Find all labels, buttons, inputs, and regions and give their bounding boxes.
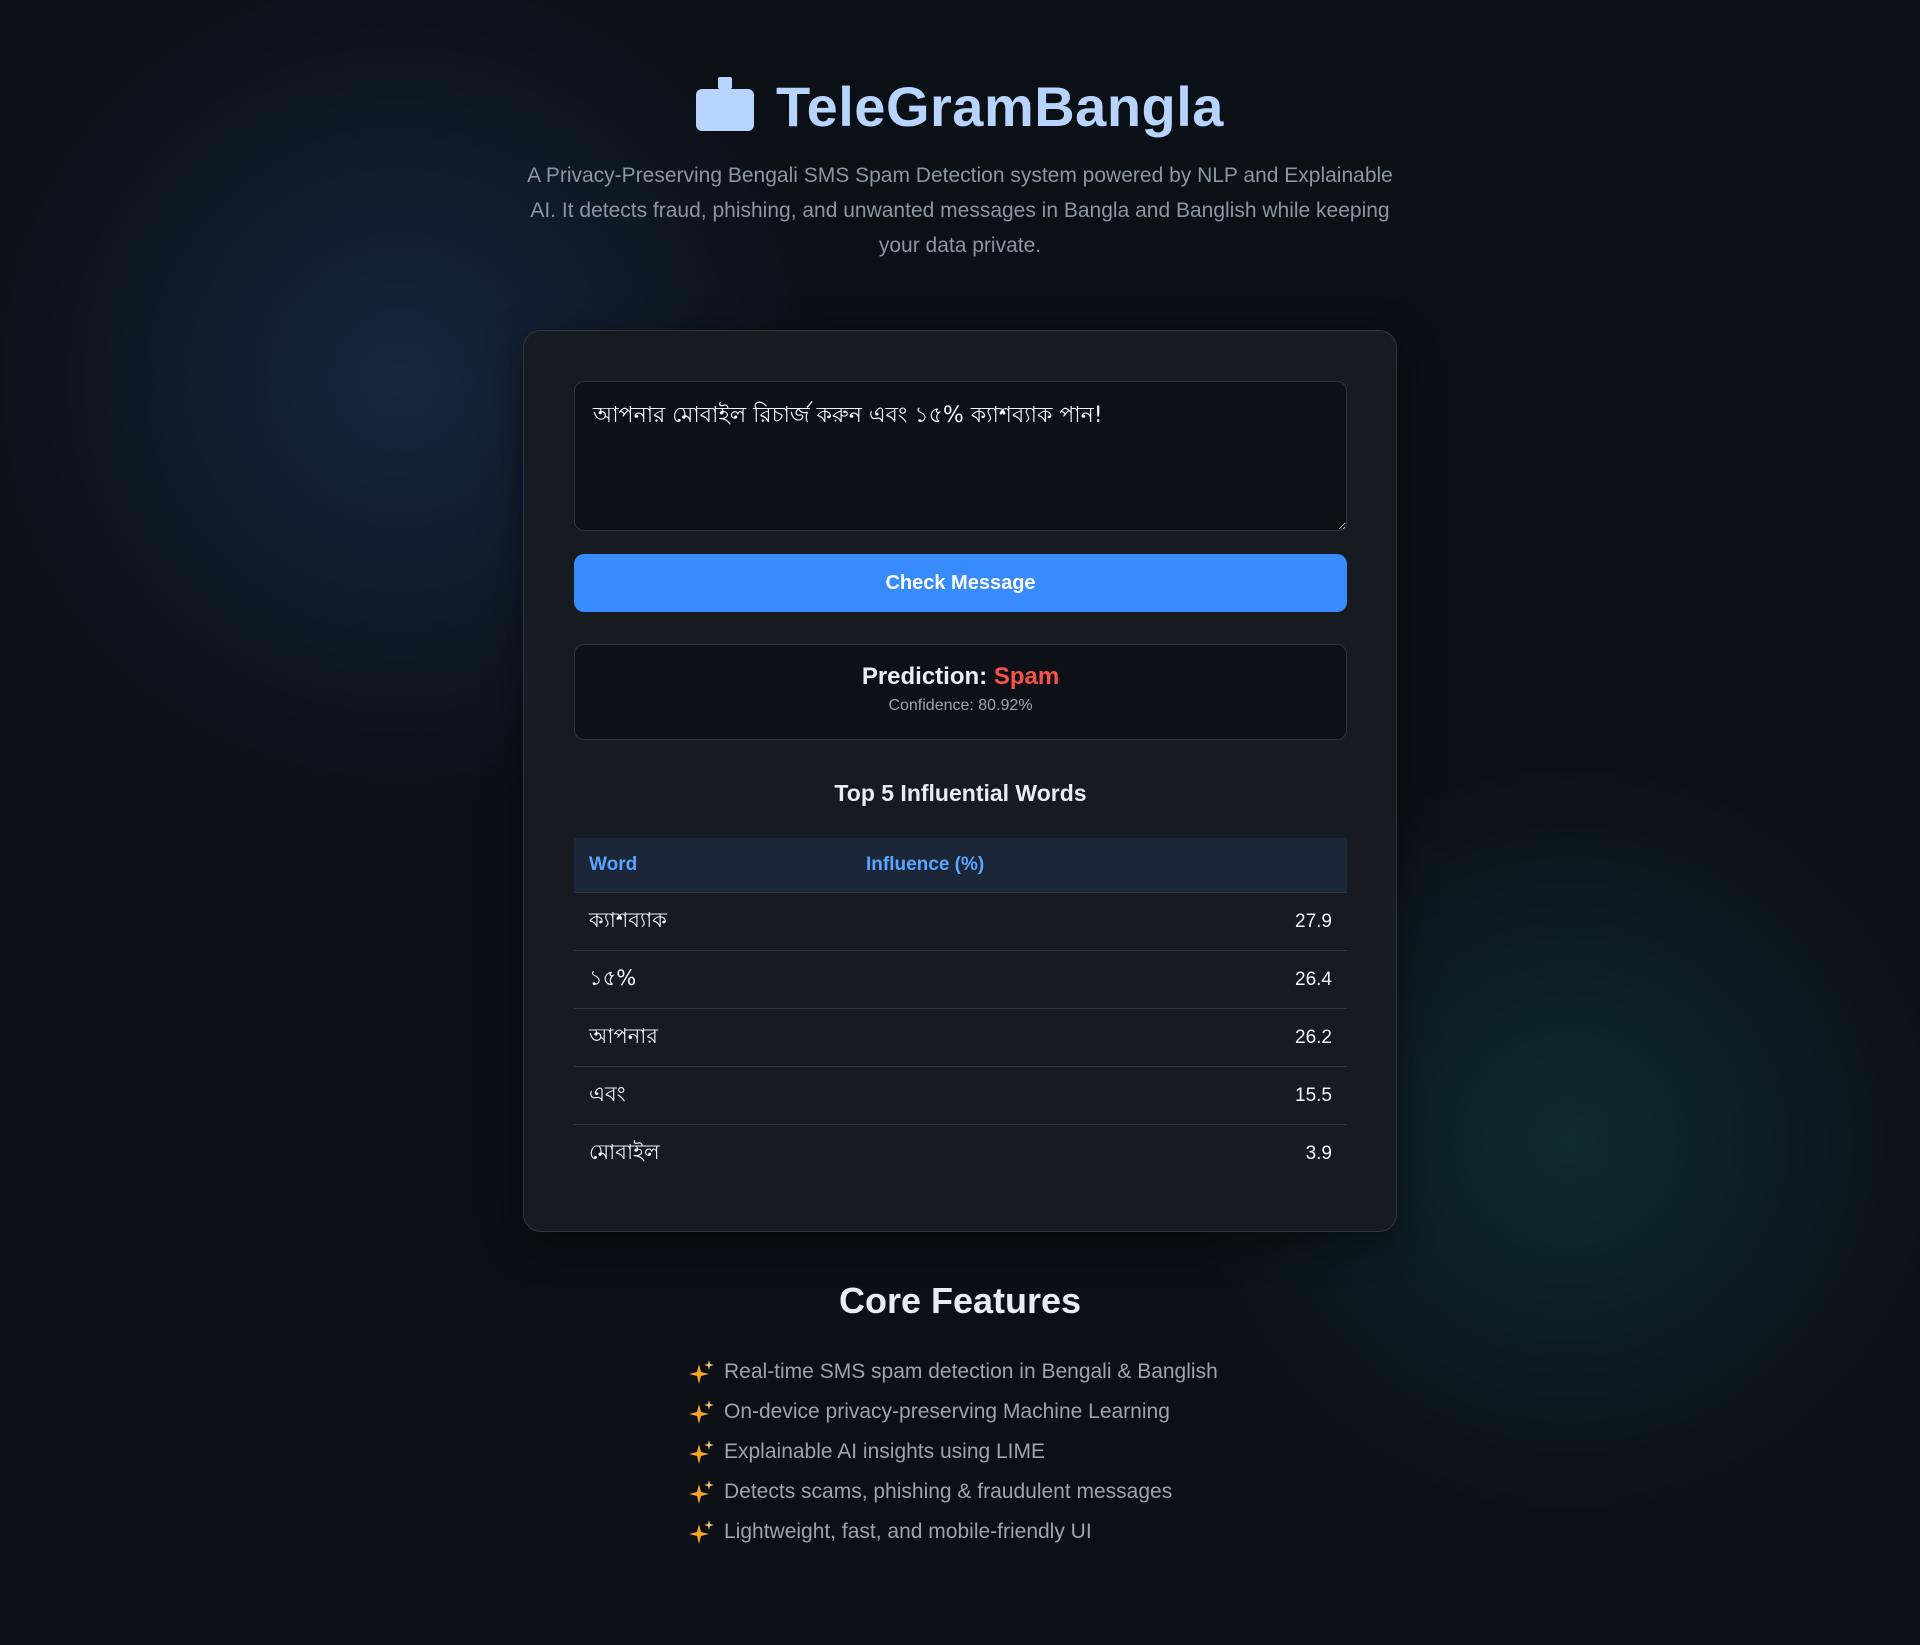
feature-text: On-device privacy-preserving Machine Lea… [724,1400,1170,1423]
column-header-word: Word [574,838,866,893]
prediction-label: Prediction: [861,663,988,690]
feature-text: Explainable AI insights using LIME [724,1440,1046,1463]
list-item: Lightweight, fast, and mobile-friendly U… [688,1512,1920,1552]
list-item: Explainable AI insights using LIME [688,1432,1920,1472]
influence-cell: 26.4 [866,950,1347,1009]
core-features-section: Core Features Real-time SMS spam detecti… [0,1280,1920,1552]
prediction-line: Prediction: Spam [575,663,1346,691]
sparkles-icon [689,1520,714,1544]
influence-cell: 15.5 [866,1066,1347,1125]
confidence-score: Confidence: 80.92% [888,697,1033,714]
list-item: Real-time SMS spam detection in Bengali … [688,1352,1920,1392]
feature-list: Real-time SMS spam detection in Bengali … [688,1352,1920,1552]
spam-checker-card: Check Message Prediction: Spam Confidenc… [523,330,1397,1232]
table-row: এবং 15.5 [574,1066,1347,1125]
prediction-result: Prediction: Spam Confidence: 80.92% [574,644,1347,740]
feature-text: Detects scams, phishing & fraudulent mes… [724,1480,1173,1503]
prediction-value: Spam [993,663,1060,690]
title-row: TeleGramBangla [696,68,1224,144]
word-cell: আপনার [574,1008,866,1067]
core-features-title: Core Features [838,1280,1082,1321]
app-title: TeleGramBangla [776,74,1224,138]
feature-text: Real-time SMS spam detection in Bengali … [724,1360,1218,1383]
influence-cell: 26.2 [866,1008,1347,1067]
robot-icon [696,76,755,136]
table-row: ক্যাশব্যাক 27.9 [574,892,1347,951]
list-item: On-device privacy-preserving Machine Lea… [688,1392,1920,1432]
table-row: ১৫% 26.4 [574,950,1347,1009]
feature-text: Lightweight, fast, and mobile-friendly U… [724,1520,1092,1543]
sparkles-icon [689,1360,714,1384]
influence-cell: 27.9 [866,892,1347,951]
influential-words-title: Top 5 Influential Words [834,780,1087,806]
list-item: Detects scams, phishing & fraudulent mes… [688,1472,1920,1512]
column-header-influence: Influence (%) [866,838,1347,893]
word-cell: ক্যাশব্যাক [574,892,866,951]
page-header: TeleGramBangla A Privacy-Preserving Beng… [0,68,1920,263]
word-cell: মোবাইল [589,1140,660,1164]
table-row: মোবাইল 3.9 [574,1125,1347,1183]
sparkles-icon [689,1440,714,1464]
message-input[interactable] [574,381,1347,531]
word-cell: ১৫% [574,950,866,1009]
influential-words-table: Word Influence (%) ক্যাশব্যাক 27.9 ১৫% 2… [574,838,1347,1182]
sparkles-icon [689,1480,714,1504]
table-row: আপনার 26.2 [574,1008,1347,1067]
page: TeleGramBangla A Privacy-Preserving Beng… [0,0,1920,1645]
table-header-row: Word Influence (%) [574,838,1347,893]
influence-cell: 3.9 [1305,1142,1332,1164]
check-message-button[interactable]: Check Message [574,554,1347,612]
sparkles-icon [689,1400,714,1424]
app-description: A Privacy-Preserving Bengali SMS Spam De… [527,164,1393,257]
word-cell: এবং [574,1066,866,1125]
